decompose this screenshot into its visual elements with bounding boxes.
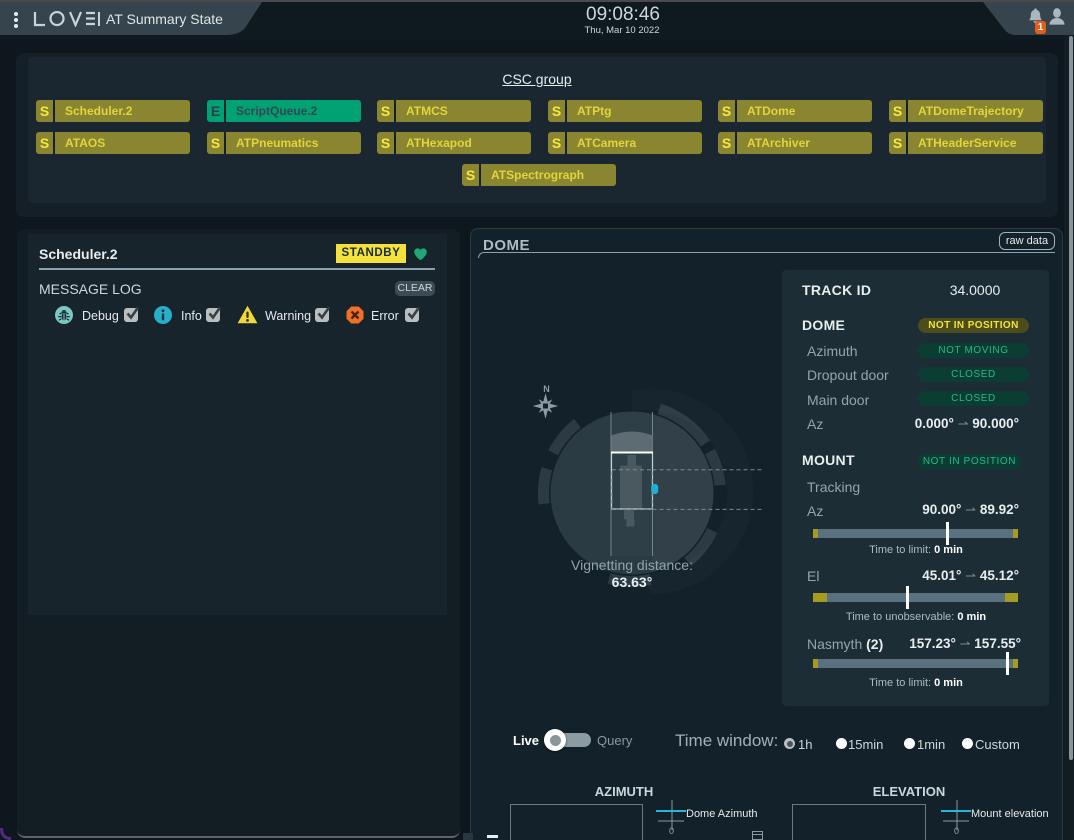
svg-text:63.63°: 63.63° [612, 574, 653, 590]
svg-text:0: 0 [669, 826, 674, 836]
svg-text:0: 0 [954, 826, 959, 836]
svg-text:N: N [543, 384, 550, 394]
svg-text:Vignetting distance:: Vignetting distance: [571, 557, 693, 573]
